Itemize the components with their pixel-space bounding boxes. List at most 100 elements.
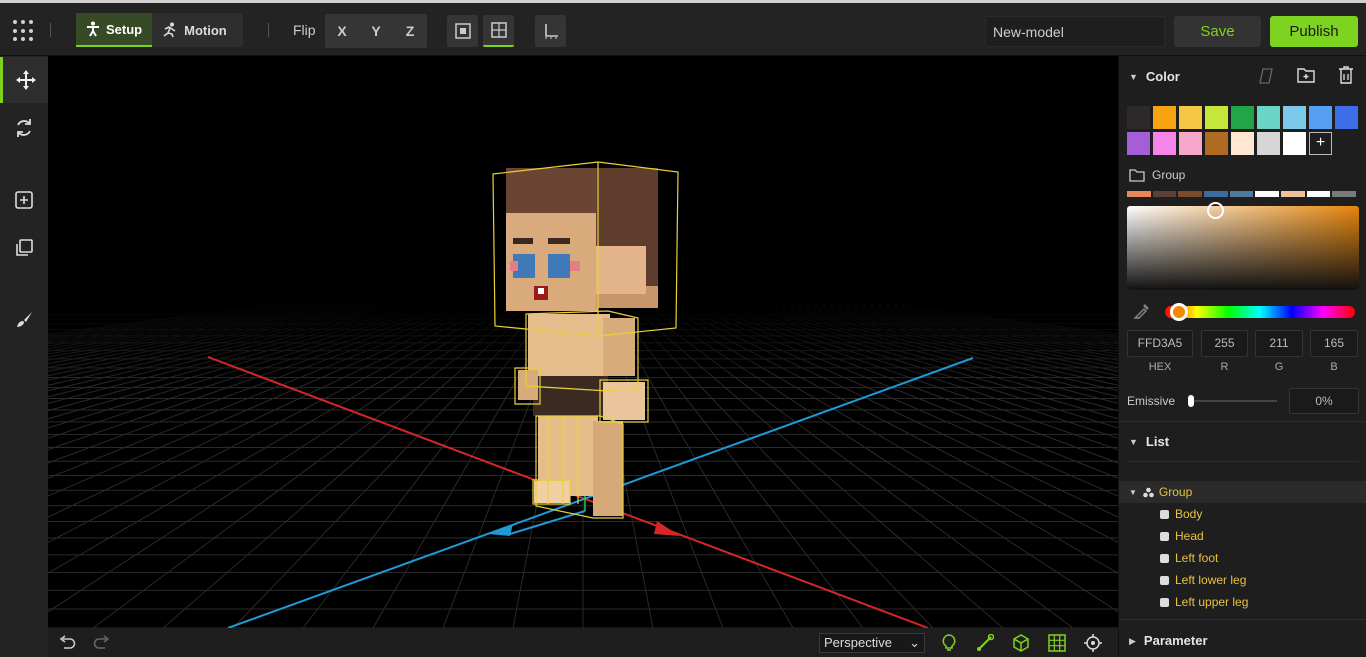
model-name-input[interactable] [985, 16, 1165, 47]
red-input[interactable]: 255 [1201, 330, 1248, 357]
ground-toggle-button[interactable] [535, 15, 566, 47]
duplicate-button[interactable] [0, 225, 48, 271]
publish-button[interactable]: Publish [1270, 16, 1358, 47]
move-tool-button[interactable] [0, 57, 48, 103]
blue-label: B [1330, 361, 1338, 373]
tree-item-left-foot[interactable]: Left foot [1119, 547, 1366, 569]
undo-button[interactable] [57, 633, 77, 653]
emissive-slider[interactable] [1188, 395, 1277, 407]
redo-button[interactable] [92, 633, 112, 653]
projection-select[interactable]: Perspective ⌄ [819, 633, 925, 653]
color-swatch[interactable] [1283, 106, 1306, 129]
cube-view-button[interactable] [447, 15, 478, 47]
tree-item-left-upper-leg[interactable]: Left upper leg [1119, 591, 1366, 613]
color-swatch[interactable] [1231, 132, 1254, 155]
palette-icon[interactable] [1258, 67, 1274, 90]
setup-mode-button[interactable]: Setup [76, 13, 153, 47]
color-swatch[interactable] [1309, 106, 1332, 129]
emissive-handle[interactable] [1188, 395, 1194, 407]
red-label: R [1220, 361, 1229, 373]
strip-color[interactable] [1255, 191, 1280, 197]
add-swatch-button[interactable]: + [1309, 132, 1332, 155]
strip-color[interactable] [1204, 191, 1228, 197]
list-section-title: List [1145, 434, 1170, 449]
parameter-section-header[interactable]: ▶ Parameter [1129, 633, 1208, 648]
palette-group[interactable]: Group [1129, 168, 1185, 182]
model-view-button[interactable] [1011, 633, 1031, 653]
strip-color[interactable] [1152, 191, 1177, 197]
hex-input[interactable]: FFD3A5 [1127, 330, 1193, 357]
picker-handle[interactable] [1207, 202, 1224, 219]
color-section-header[interactable]: ▼ Color [1129, 69, 1180, 84]
cube-icon [454, 23, 471, 39]
color-swatch[interactable] [1231, 106, 1254, 129]
color-swatch[interactable] [1179, 132, 1202, 155]
flip-x-button[interactable]: X [325, 14, 359, 48]
saturation-picker[interactable] [1127, 202, 1359, 290]
center-view-button[interactable] [1083, 633, 1103, 653]
color-swatch[interactable] [1335, 106, 1358, 129]
scene-canvas [48, 161, 1118, 628]
grid-snap-button[interactable] [483, 15, 514, 47]
bones-button[interactable] [975, 633, 995, 653]
strip-color[interactable] [1332, 191, 1357, 197]
green-input[interactable]: 211 [1255, 330, 1303, 357]
grid-toggle-button[interactable] [1047, 633, 1067, 653]
strip-color[interactable] [1306, 191, 1331, 197]
duplicate-icon [16, 239, 33, 256]
color-swatch[interactable] [1257, 106, 1280, 129]
tree-item-left-lower-leg[interactable]: Left lower leg [1119, 569, 1366, 591]
chevron-down-icon: ⌄ [909, 635, 920, 650]
color-swatch[interactable] [1283, 132, 1306, 155]
color-swatch[interactable] [1257, 132, 1280, 155]
color-swatch[interactable] [1205, 132, 1228, 155]
group-nodes-icon [1143, 487, 1154, 497]
apps-grid-icon[interactable] [13, 20, 35, 42]
strip-color[interactable] [1127, 191, 1151, 197]
tree-item-head[interactable]: Head [1119, 525, 1366, 547]
color-swatch[interactable] [1127, 106, 1150, 129]
flip-z-button[interactable]: Z [393, 14, 427, 48]
color-swatches: + [1127, 106, 1363, 155]
motion-mode-button[interactable]: Motion [152, 13, 237, 47]
strip-color[interactable] [1281, 191, 1305, 197]
flip-axis-group: X Y Z [325, 14, 427, 48]
eyedropper-icon[interactable] [1133, 302, 1151, 325]
divider [268, 23, 269, 37]
strip-color[interactable] [1229, 191, 1254, 197]
color-swatch[interactable] [1205, 106, 1228, 129]
flip-y-button[interactable]: Y [359, 14, 393, 48]
rotate-tool-button[interactable] [0, 105, 48, 151]
left-toolbar [0, 56, 48, 657]
collapse-triangle-icon: ▼ [1129, 72, 1138, 82]
tree-item-group[interactable]: ▼ Group [1119, 481, 1366, 503]
color-swatch[interactable] [1153, 132, 1176, 155]
group-color-strip[interactable] [1127, 191, 1358, 197]
color-swatch[interactable] [1153, 106, 1176, 129]
paint-tool-button[interactable] [0, 297, 48, 343]
color-swatch[interactable] [1127, 132, 1150, 155]
list-section-header[interactable]: ▼ List [1129, 434, 1169, 449]
color-section-title: Color [1145, 69, 1180, 84]
new-folder-icon[interactable] [1297, 67, 1315, 88]
cube-icon [1160, 509, 1169, 519]
hue-handle[interactable] [1170, 303, 1188, 321]
properties-panel: ▼ Color + Group FFD3A5 255 211 165 HEX R … [1118, 56, 1366, 657]
save-button[interactable]: Save [1174, 16, 1261, 47]
strip-color[interactable] [1178, 191, 1203, 197]
emissive-input[interactable]: 0% [1289, 388, 1359, 414]
lighting-button[interactable] [939, 633, 959, 653]
delete-icon[interactable] [1338, 66, 1354, 89]
tree-item-body[interactable]: Body [1119, 503, 1366, 525]
divider [1119, 421, 1366, 422]
green-label: G [1274, 361, 1284, 373]
collapse-triangle-icon: ▼ [1129, 437, 1138, 447]
expand-triangle-icon: ▶ [1129, 636, 1136, 646]
hue-slider[interactable] [1165, 303, 1355, 321]
blue-input[interactable]: 165 [1310, 330, 1358, 357]
add-object-button[interactable] [0, 177, 48, 223]
3d-viewport[interactable] [48, 56, 1118, 628]
rotate-icon [17, 119, 31, 137]
color-swatch[interactable] [1179, 106, 1202, 129]
running-icon [163, 22, 176, 38]
